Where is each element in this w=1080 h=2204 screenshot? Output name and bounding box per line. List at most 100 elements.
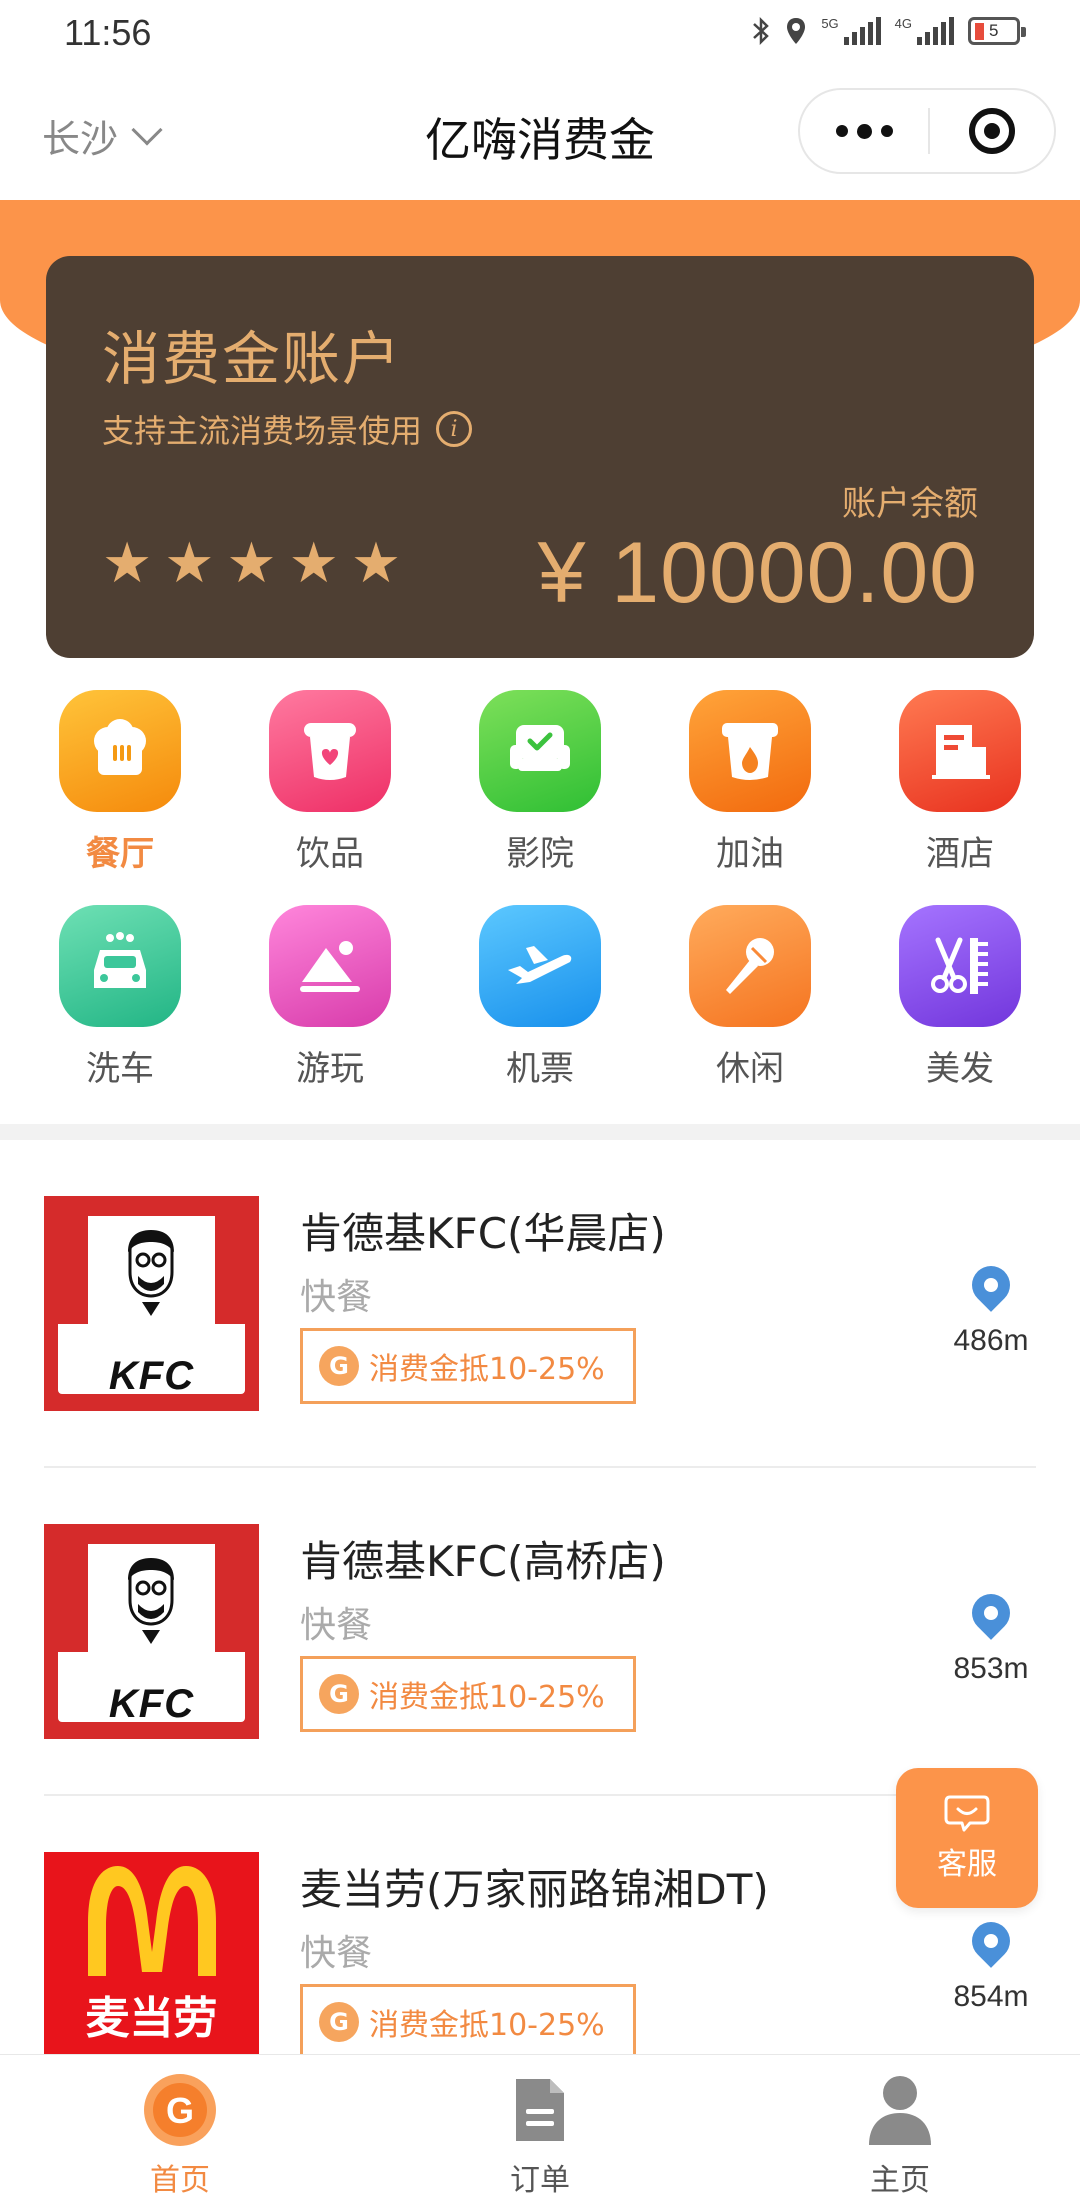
- status-time: 11:56: [64, 12, 152, 53]
- rating-stars: ★ ★ ★ ★ ★: [102, 536, 401, 592]
- category-car-wash[interactable]: 洗车: [15, 905, 225, 1090]
- profile-icon: [861, 2071, 939, 2149]
- store-name: 肯德基KFC(高桥店): [300, 1537, 666, 1586]
- tab-profile[interactable]: 主页: [720, 2055, 1080, 2204]
- tab-home[interactable]: G 首页: [0, 2055, 360, 2204]
- discount-tag: G 消费金抵10-25%: [300, 1984, 636, 2054]
- status-bar: 11:56 5G 4G 5: [0, 0, 1080, 68]
- store-logo: 麦当劳: [44, 1852, 259, 2054]
- category-label: 饮品: [296, 834, 364, 874]
- fuel-icon: [689, 690, 811, 812]
- category-travel[interactable]: 游玩: [225, 905, 435, 1090]
- store-logo-text: KFC: [108, 1682, 195, 1726]
- discount-tag: G 消费金抵10-25%: [300, 1656, 636, 1732]
- location-pin-icon: [964, 1586, 1018, 1640]
- tab-orders[interactable]: 订单: [360, 2055, 720, 2204]
- category-drink[interactable]: 饮品: [225, 690, 435, 875]
- category-label: 影院: [506, 834, 574, 874]
- star-icon: ★: [164, 531, 215, 596]
- status-icons: 5G 4G 5: [751, 16, 1026, 46]
- category-restaurant[interactable]: 餐厅: [15, 690, 225, 875]
- category-fuel[interactable]: 加油: [645, 690, 855, 875]
- coin-icon: G: [319, 1346, 359, 1386]
- store-logo: KFC: [44, 1196, 259, 1411]
- more-menu-button[interactable]: [800, 88, 928, 174]
- location-pin-icon: [964, 1914, 1018, 1968]
- category-hotel[interactable]: 酒店: [855, 690, 1065, 875]
- store-category: 快餐: [300, 1933, 373, 1974]
- target-icon: [969, 108, 1015, 154]
- info-icon[interactable]: i: [436, 411, 473, 447]
- signal-4g-icon: 4G: [895, 17, 954, 45]
- store-category: 快餐: [300, 1605, 373, 1646]
- miniprogram-capsule: [798, 88, 1056, 174]
- coin-icon: G: [319, 2002, 359, 2042]
- store-distance: 486m: [946, 1258, 1036, 1358]
- account-subtitle: 支持主流消费场景使用 i: [102, 406, 473, 452]
- category-label: 游玩: [296, 1049, 364, 1089]
- cinema-icon: [479, 690, 601, 812]
- order-icon: [501, 2071, 579, 2149]
- hair-icon: [899, 905, 1021, 1027]
- section-divider: [0, 1124, 1080, 1140]
- city-label: 长沙: [42, 117, 119, 161]
- golden-arches-icon: [88, 1866, 216, 1976]
- store-name: 麦当劳(万家丽路锦湘DT): [300, 1865, 769, 1914]
- customer-service-button[interactable]: 客服: [896, 1768, 1038, 1908]
- tab-label: 订单: [510, 2163, 570, 2198]
- chat-smile-icon: [944, 1795, 990, 1832]
- close-miniprogram-button[interactable]: [930, 88, 1054, 174]
- nav-bar: 长沙 亿嗨消费金: [0, 68, 1080, 200]
- category-cinema[interactable]: 影院: [435, 690, 645, 875]
- travel-icon: [269, 905, 391, 1027]
- hotel-icon: [899, 690, 1021, 812]
- category-leisure[interactable]: 休闲: [645, 905, 855, 1090]
- restaurant-icon: [59, 690, 181, 812]
- store-item[interactable]: KFC 肯德基KFC(高桥店) 快餐 G 消费金抵10-25% 853m: [0, 1468, 1080, 1796]
- store-item[interactable]: KFC 肯德基KFC(华晨店) 快餐 G 消费金抵10-25% 486m: [0, 1140, 1080, 1468]
- store-distance: 853m: [946, 1586, 1036, 1686]
- bluetooth-icon: [753, 16, 770, 46]
- svg-text:G: G: [166, 2090, 194, 2131]
- category-label: 洗车: [86, 1049, 154, 1089]
- category-grid: 餐厅 饮品 影院 加油 酒店 洗车 游玩 机票 休闲 美发: [0, 690, 1080, 1090]
- leisure-icon: [689, 905, 811, 1027]
- account-card[interactable]: 消费金账户 支持主流消费场景使用 i ★ ★ ★ ★ ★ 账户余额 ¥ 10000.00: [46, 256, 1034, 658]
- bottom-tab-bar: G 首页 订单 主页: [0, 2054, 1080, 2204]
- drink-icon: [269, 690, 391, 812]
- city-selector[interactable]: 长沙: [42, 108, 163, 163]
- tab-label: 主页: [870, 2163, 930, 2198]
- store-logo-text: 麦当劳: [85, 1993, 218, 2044]
- category-label: 休闲: [716, 1049, 784, 1089]
- colonel-logo-icon: [128, 1558, 174, 1644]
- category-label: 餐厅: [86, 834, 154, 874]
- home-coin-icon: G: [141, 2071, 219, 2149]
- location-icon: [787, 18, 806, 44]
- signal-5g-icon: 5G: [821, 17, 881, 45]
- category-label: 美发: [926, 1049, 994, 1089]
- category-label: 加油: [716, 834, 784, 874]
- colonel-logo-icon: [128, 1230, 174, 1316]
- flight-icon: [479, 905, 601, 1027]
- battery-icon: 5: [968, 17, 1026, 45]
- store-name: 肯德基KFC(华晨店): [300, 1209, 666, 1258]
- balance-label: 账户余额: [842, 484, 978, 524]
- store-logo: KFC: [44, 1524, 259, 1739]
- account-title: 消费金账户: [102, 325, 403, 393]
- star-icon: ★: [350, 531, 402, 596]
- location-pin-icon: [964, 1258, 1018, 1312]
- store-category: 快餐: [300, 1277, 373, 1318]
- chevron-down-icon: [131, 113, 163, 146]
- discount-tag: G 消费金抵10-25%: [300, 1328, 636, 1404]
- category-label: 机票: [506, 1049, 574, 1089]
- star-icon: ★: [226, 531, 277, 596]
- category-label: 酒店: [926, 834, 994, 874]
- store-distance: 854m: [946, 1914, 1036, 2014]
- coin-icon: G: [319, 1674, 359, 1714]
- store-logo-text: KFC: [108, 1354, 195, 1398]
- category-flight[interactable]: 机票: [435, 905, 645, 1090]
- star-icon: ★: [102, 531, 153, 596]
- car-wash-icon: [59, 905, 181, 1027]
- category-hair[interactable]: 美发: [855, 905, 1065, 1090]
- star-icon: ★: [288, 531, 339, 596]
